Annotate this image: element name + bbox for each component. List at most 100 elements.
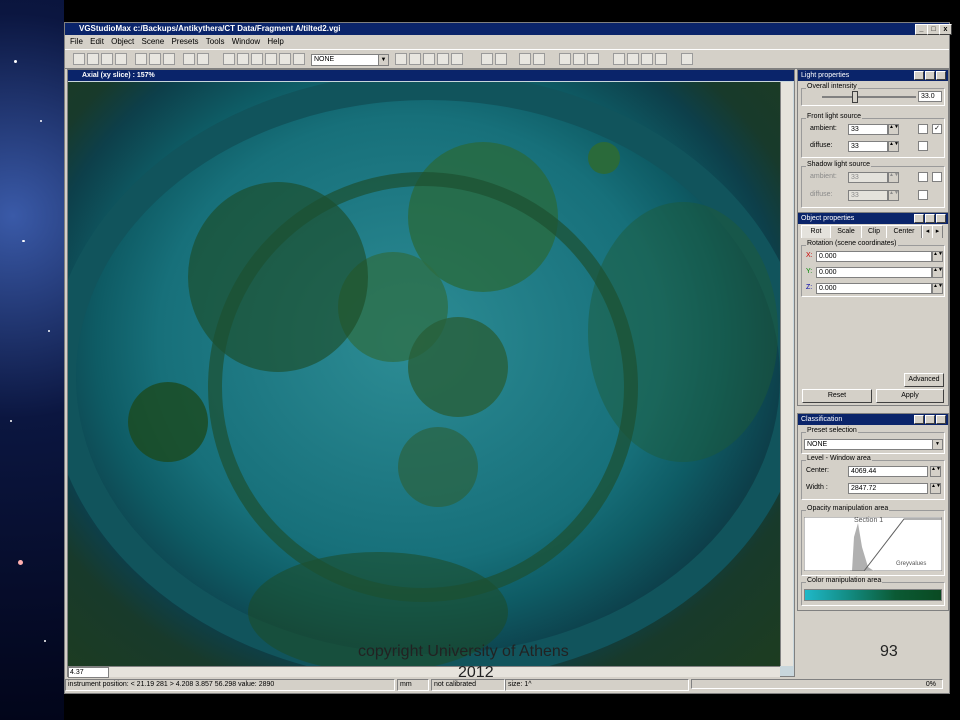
tab-rot[interactable]: Rot xyxy=(801,225,831,238)
overall-intensity-field[interactable]: 33.0 xyxy=(918,91,942,102)
zoom-field[interactable]: 4.37 xyxy=(68,667,109,678)
table-icon[interactable] xyxy=(533,53,545,65)
intensity-slider-thumb[interactable] xyxy=(852,91,858,103)
shadow-ambient-field[interactable]: 33 xyxy=(848,172,888,183)
spin-icon[interactable]: ▲▼ xyxy=(932,267,943,278)
star xyxy=(14,60,17,63)
spin-icon[interactable]: ▲▼ xyxy=(888,124,899,135)
close-button[interactable]: x xyxy=(939,24,952,35)
light-icon[interactable] xyxy=(559,53,571,65)
help-icon[interactable] xyxy=(681,53,693,65)
front-diffuse-field[interactable]: 33 xyxy=(848,141,888,152)
rotation-z-field[interactable]: 0.000 xyxy=(816,283,932,294)
front-ambient-field[interactable]: 33 xyxy=(848,124,888,135)
spin-icon[interactable]: ▲▼ xyxy=(930,466,941,477)
print-icon[interactable] xyxy=(115,53,127,65)
menu-window[interactable]: Window xyxy=(232,36,260,48)
layout-2-icon[interactable] xyxy=(627,53,639,65)
slice-viewer: Axial (xy slice) : 157% 4.37 xyxy=(67,69,795,678)
preset-combo[interactable]: NONE ▼ xyxy=(311,54,389,66)
chevron-down-icon[interactable]: ▼ xyxy=(378,55,388,65)
panel-window-buttons[interactable] xyxy=(913,415,946,428)
layout-4-icon[interactable] xyxy=(655,53,667,65)
shadow-ambient-color-box[interactable] xyxy=(918,172,928,182)
annotation-icon[interactable] xyxy=(423,53,435,65)
spin-icon[interactable]: ▲▼ xyxy=(888,190,899,201)
palette-icon[interactable] xyxy=(279,53,291,65)
menu-tools[interactable]: Tools xyxy=(206,36,225,48)
menu-object[interactable]: Object xyxy=(111,36,134,48)
shadow-diffuse-label: diffuse: xyxy=(810,191,833,198)
volume-icon[interactable] xyxy=(223,53,235,65)
horizontal-scrollbar[interactable]: 4.37 xyxy=(68,666,780,678)
grid-tool-icon[interactable] xyxy=(451,53,463,65)
spin-icon[interactable]: ▲▼ xyxy=(930,483,941,494)
rotation-x-field[interactable]: 0.000 xyxy=(816,251,932,262)
width-field[interactable]: 2847.72 xyxy=(848,483,928,494)
brush-icon[interactable] xyxy=(481,53,493,65)
tab-scroll-right-icon[interactable]: ▸ xyxy=(932,225,943,238)
reset-button[interactable]: Reset xyxy=(802,389,872,403)
tab-clip[interactable]: Clip xyxy=(861,225,887,238)
cut-icon[interactable] xyxy=(135,53,147,65)
color-manipulation-label: Color manipulation area xyxy=(806,577,883,584)
open-folder-icon[interactable] xyxy=(87,53,99,65)
axes-icon[interactable] xyxy=(519,53,531,65)
front-diffuse-color-box[interactable] xyxy=(918,141,928,151)
scale-icon[interactable] xyxy=(437,53,449,65)
star xyxy=(40,120,42,122)
vertical-scrollbar[interactable] xyxy=(780,82,793,666)
copy-icon[interactable] xyxy=(149,53,161,65)
ct-slice-image[interactable] xyxy=(68,82,780,666)
advanced-button[interactable]: Advanced xyxy=(904,373,944,387)
menu-help[interactable]: Help xyxy=(267,36,283,48)
apply-button[interactable]: Apply xyxy=(876,389,944,403)
opacity-label: Opacity manipulation area xyxy=(806,505,890,512)
intensity-slider-track[interactable] xyxy=(822,96,916,98)
menu-scene[interactable]: Scene xyxy=(142,36,165,48)
pipette-icon[interactable] xyxy=(495,53,507,65)
shadow-diffuse-color-box[interactable] xyxy=(918,190,928,200)
image-icon[interactable] xyxy=(265,53,277,65)
slice-icon[interactable] xyxy=(237,53,249,65)
spin-icon[interactable]: ▲▼ xyxy=(888,141,899,152)
menu-edit[interactable]: Edit xyxy=(90,36,104,48)
undo-icon[interactable] xyxy=(183,53,195,65)
center-field[interactable]: 4069.44 xyxy=(848,466,928,477)
menu-file[interactable]: File xyxy=(70,36,83,48)
spin-icon[interactable]: ▲▼ xyxy=(888,172,899,183)
front-light-checkbox[interactable]: ✓ xyxy=(932,124,942,134)
level-window-group: Level - Window area Center: 4069.44 ▲▼ W… xyxy=(801,455,945,500)
width-label: Width : xyxy=(806,484,828,491)
redo-icon[interactable] xyxy=(197,53,209,65)
viewer-title-bar: Axial (xy slice) : 157% xyxy=(68,70,794,81)
new-file-icon[interactable] xyxy=(73,53,85,65)
chevron-down-icon[interactable]: ▼ xyxy=(932,439,943,450)
pointer-icon[interactable] xyxy=(395,53,407,65)
front-light-label: Front light source xyxy=(806,113,863,120)
rotation-y-field[interactable]: 0.000 xyxy=(816,267,932,278)
paste-icon[interactable] xyxy=(163,53,175,65)
camera-icon[interactable] xyxy=(587,53,599,65)
spin-icon[interactable]: ▲▼ xyxy=(932,283,943,294)
layout-1-icon[interactable] xyxy=(613,53,625,65)
record-icon[interactable] xyxy=(293,53,305,65)
shadow-light-checkbox[interactable] xyxy=(932,172,942,182)
tab-scale[interactable]: Scale xyxy=(830,225,862,238)
preset-select[interactable]: NONE xyxy=(804,439,934,450)
render-icon[interactable] xyxy=(251,53,263,65)
spin-icon[interactable]: ▲▼ xyxy=(932,251,943,262)
x-axis-label: X: xyxy=(806,252,813,259)
tab-center[interactable]: Center xyxy=(886,225,922,238)
light-properties-panel: Light properties Overall intensity 33.0 … xyxy=(797,69,949,213)
layout-3-icon[interactable] xyxy=(641,53,653,65)
save-icon[interactable] xyxy=(101,53,113,65)
color-gradient-bar[interactable] xyxy=(804,589,942,601)
shadow-diffuse-field[interactable]: 33 xyxy=(848,190,888,201)
menu-presets[interactable]: Presets xyxy=(171,36,198,48)
front-ambient-color-box[interactable] xyxy=(918,124,928,134)
overall-intensity-group: Overall intensity 33.0 xyxy=(801,83,945,106)
panel-window-buttons[interactable] xyxy=(913,71,946,84)
sphere-icon[interactable] xyxy=(573,53,585,65)
measure-icon[interactable] xyxy=(409,53,421,65)
